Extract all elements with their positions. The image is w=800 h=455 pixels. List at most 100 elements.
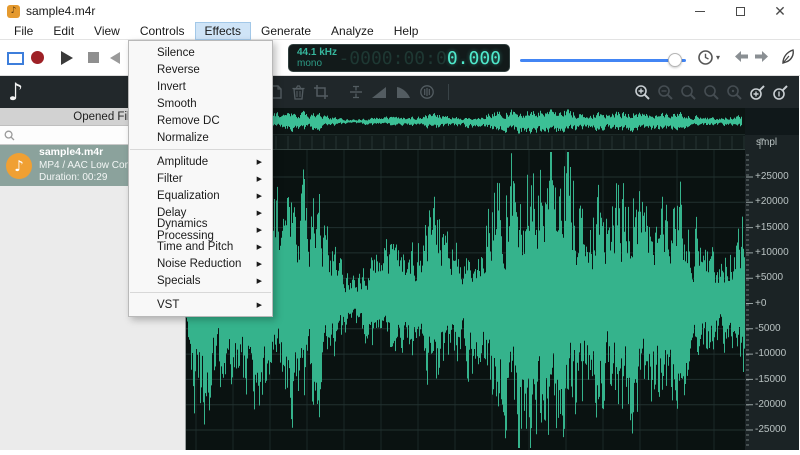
- waveform-panel: smpl +25000 +20000 +15000 +10000 +5000 +…: [186, 76, 799, 450]
- time-live-digits: 0.000: [446, 47, 501, 69]
- ruler-label: -5000: [755, 323, 781, 334]
- menu-effects[interactable]: Effects: [194, 21, 251, 40]
- fade-out-icon[interactable]: [395, 85, 412, 100]
- ruler-label: +25000: [755, 171, 789, 182]
- close-button[interactable]: ✕: [760, 0, 800, 22]
- loudness-icon[interactable]: [419, 84, 435, 100]
- selection-tool-icon: [6, 51, 24, 65]
- menu-item-amplitude[interactable]: Amplitude ▶: [129, 153, 272, 170]
- record-button[interactable]: [31, 51, 44, 64]
- redo-forward-button[interactable]: [754, 50, 769, 63]
- edit-pen-button[interactable]: [780, 48, 797, 66]
- volume-slider[interactable]: [520, 53, 686, 67]
- menu-item-time-and-pitch[interactable]: Time and Pitch ▶: [129, 238, 272, 255]
- slider-thumb[interactable]: [668, 53, 682, 67]
- menu-item-filter[interactable]: Filter ▶: [129, 170, 272, 187]
- submenu-arrow-icon: ▶: [256, 242, 262, 251]
- history-dropdown-button[interactable]: ▾: [716, 53, 720, 62]
- main-content: ♪ Opened Files ♪ sample4.m4r MP4 / AAC L…: [0, 76, 800, 450]
- channel-mode-label: mono: [297, 58, 323, 69]
- minimize-button[interactable]: [680, 0, 720, 22]
- stop-icon: [88, 52, 99, 63]
- slider-track[interactable]: [520, 59, 686, 62]
- ruler-label: -20000: [755, 399, 787, 410]
- crop-icon[interactable]: [313, 84, 329, 100]
- menu-item-noise-reduction[interactable]: Noise Reduction ▶: [129, 255, 272, 272]
- submenu-arrow-icon: ▶: [256, 174, 262, 183]
- undo-back-button[interactable]: [734, 50, 749, 63]
- toolbar-separator: [448, 84, 449, 100]
- titlebar: ♪ sample4.m4r ✕: [0, 0, 800, 22]
- zoom-selection-icon[interactable]: [680, 84, 697, 101]
- window-title: sample4.m4r: [26, 4, 96, 18]
- menu-item-vst[interactable]: VST ▶: [129, 296, 272, 313]
- submenu-arrow-icon: ▶: [256, 225, 262, 234]
- submenu-arrow-icon: ▶: [256, 276, 262, 285]
- trash-icon[interactable]: [291, 84, 306, 100]
- effects-dropdown-menu: Silence Reverse Invert Smooth Remove DC …: [128, 40, 273, 317]
- menu-item-dynamics-processing[interactable]: Dynamics Processing ▶: [129, 218, 272, 242]
- fade-in-icon[interactable]: [371, 85, 388, 100]
- pen-icon: [782, 49, 794, 64]
- close-icon: ✕: [774, 3, 786, 19]
- selection-tool-button[interactable]: [2, 47, 28, 69]
- play-button[interactable]: [61, 51, 73, 65]
- maximize-icon: [735, 6, 745, 16]
- submenu-arrow-icon: ▶: [256, 157, 262, 166]
- zoom-out-icon[interactable]: [657, 84, 674, 101]
- menu-item-reverse[interactable]: Reverse: [129, 61, 272, 78]
- zoom-in-icon[interactable]: [634, 84, 651, 101]
- main-toolbar: 44.1 kHz mono -0000:00:00.000 ▾: [0, 40, 800, 76]
- history-clock-icon: [698, 50, 713, 65]
- menu-bar: File Edit View Controls Effects Generate…: [0, 21, 800, 40]
- menu-separator: [130, 292, 271, 293]
- ruler-label: -15000: [755, 374, 787, 385]
- app-window: ♪ sample4.m4r ✕ File Edit View Controls …: [0, 0, 800, 450]
- ruler-label: -10000: [755, 348, 787, 359]
- ruler-label: +5000: [755, 272, 784, 283]
- menu-item-equalization[interactable]: Equalization ▶: [129, 187, 272, 204]
- menu-item-normalize[interactable]: Normalize: [129, 129, 272, 146]
- waveform-toolbar: [186, 76, 799, 108]
- menu-item-remove-dc[interactable]: Remove DC: [129, 112, 272, 129]
- ruler-label: +0: [755, 298, 767, 309]
- menu-item-invert[interactable]: Invert: [129, 78, 272, 95]
- ruler-label: -25000: [755, 424, 787, 435]
- vertical-zoom-out-icon[interactable]: [772, 84, 789, 101]
- zoom-fit-icon[interactable]: [703, 84, 720, 101]
- menu-edit[interactable]: Edit: [43, 22, 84, 40]
- ruler-label: +15000: [755, 222, 789, 233]
- menu-separator: [130, 149, 271, 150]
- maximize-button[interactable]: [720, 0, 760, 22]
- menu-help[interactable]: Help: [384, 22, 429, 40]
- caret-down-icon: ▾: [716, 53, 721, 62]
- minimize-icon: [695, 10, 705, 12]
- ruler-unit-label: smpl: [756, 137, 778, 148]
- menu-item-silence[interactable]: Silence: [129, 44, 272, 61]
- history-button[interactable]: [696, 48, 715, 67]
- submenu-arrow-icon: ▶: [256, 208, 262, 217]
- arrow-right-icon: [755, 51, 768, 62]
- center-amplitude-icon[interactable]: [348, 84, 364, 100]
- window-controls: ✕: [680, 0, 800, 22]
- search-icon: [4, 130, 15, 140]
- menu-view[interactable]: View: [84, 22, 130, 40]
- menu-item-smooth[interactable]: Smooth: [129, 95, 272, 112]
- zoom-reset-icon[interactable]: [726, 84, 743, 101]
- menu-file[interactable]: File: [4, 22, 43, 40]
- amplitude-ruler: smpl +25000 +20000 +15000 +10000 +5000 +…: [745, 135, 799, 450]
- arrow-left-icon: [735, 51, 748, 62]
- menu-analyze[interactable]: Analyze: [321, 22, 384, 40]
- stop-button[interactable]: [88, 52, 99, 63]
- audio-file-icon: ♪: [6, 152, 32, 179]
- menu-generate[interactable]: Generate: [251, 22, 321, 40]
- sample-rate-label: 44.1 kHz: [297, 47, 338, 58]
- vertical-zoom-in-icon[interactable]: [749, 84, 766, 101]
- app-logo-icon: ♪: [7, 4, 20, 18]
- menu-controls[interactable]: Controls: [130, 22, 195, 40]
- time-ghost-digits: -0000:00:0: [338, 47, 447, 69]
- previous-icon: [110, 52, 120, 64]
- previous-button[interactable]: [110, 52, 120, 64]
- menu-item-specials[interactable]: Specials ▶: [129, 272, 272, 289]
- ruler-label: +20000: [755, 196, 789, 207]
